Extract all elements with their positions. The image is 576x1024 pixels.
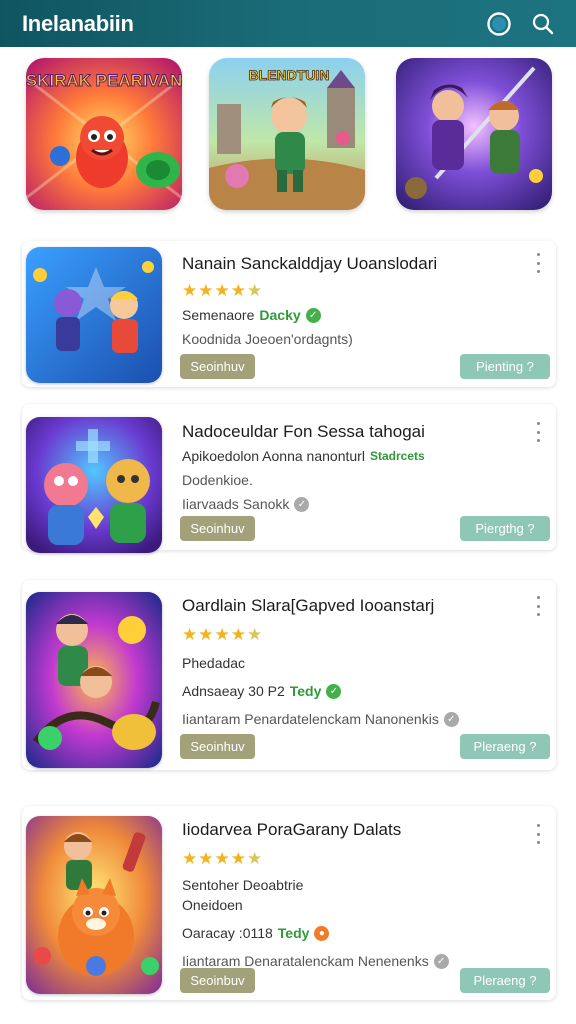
- check-circle-icon: ✓: [443, 711, 459, 727]
- game-list-item[interactable]: Nanain Sanckalddjay Uoanslodari ★ ★ ★ ★ ★ Se…: [22, 241, 556, 387]
- secondary-button[interactable]: Seoinhuv: [180, 354, 255, 379]
- star-icon: ★: [214, 281, 230, 300]
- topbar-actions: [484, 9, 558, 39]
- secondary-button[interactable]: Seoinbuv: [180, 968, 255, 993]
- game-thumbnail[interactable]: [26, 816, 162, 994]
- game-thumbnail[interactable]: [26, 592, 162, 768]
- game-list-item[interactable]: Iiodarvea PoraGarany Dalats ★ ★ ★ ★ ★ Sentoh…: [22, 806, 556, 1000]
- info-line: Iiarvaads Sanokk ✓: [182, 496, 526, 512]
- release-text: Oaracay :0118: [182, 925, 273, 941]
- more-options-icon[interactable]: [532, 253, 544, 273]
- app-title: Inelanabiin: [22, 10, 134, 36]
- rating-stars: ★ ★ ★ ★ ★: [182, 850, 526, 867]
- more-options-icon[interactable]: [532, 596, 544, 616]
- featured-game-3[interactable]: [396, 58, 552, 210]
- star-icon: ★: [198, 625, 214, 644]
- game-title[interactable]: Oardlain Slara[Gapved Iooanstarj: [182, 596, 526, 616]
- developer-name: Apikoedolon Aonna nanonturl: [182, 448, 365, 464]
- game-title[interactable]: Iiodarvea PoraGarany Dalats: [182, 820, 526, 840]
- developer-tag: Dacky: [259, 307, 301, 323]
- star-icon: ★: [182, 625, 198, 644]
- secondary-button[interactable]: Seoinhuv: [180, 516, 255, 541]
- release-text: Adnsaeay 30 P2: [182, 683, 285, 699]
- install-button[interactable]: Piergthg ?: [460, 516, 550, 541]
- game-list-item[interactable]: Nadoceuldar Fon Sessa tahogai Apikoedolo…: [22, 404, 556, 553]
- game-title[interactable]: Nanain Sanckalddjay Uoanslodari: [182, 254, 526, 274]
- star-half-icon: ★: [247, 281, 263, 300]
- install-button[interactable]: Pienting ?: [460, 354, 550, 379]
- check-circle-icon: ✓: [294, 496, 310, 512]
- developer-name: Semenaore: [182, 307, 255, 323]
- star-icon: ★: [230, 849, 246, 868]
- check-circle-icon: ✓: [433, 953, 449, 969]
- featured-game-1[interactable]: SKIRAK PEARIVAN: [26, 58, 182, 210]
- game-thumbnail[interactable]: [26, 417, 162, 553]
- info-line: Iiantaram Penardatelenckam Nanonenkis ✓: [182, 711, 526, 727]
- star-icon: ★: [198, 281, 214, 300]
- star-half-icon: ★: [247, 625, 263, 644]
- info-text: Iiantaram Penardatelenckam Nanonenkis: [182, 711, 439, 727]
- search-icon[interactable]: [528, 9, 558, 39]
- more-options-icon[interactable]: [532, 422, 544, 442]
- developer-line: Semenaore Dacky ✓: [182, 307, 526, 323]
- install-button[interactable]: Pleraeng ?: [460, 968, 550, 993]
- star-icon: ★: [214, 625, 230, 644]
- featured-logo-text: BLENDTUIN: [249, 67, 330, 83]
- game-thumbnail[interactable]: [26, 247, 162, 383]
- star-icon: ★: [182, 849, 198, 868]
- verified-check-icon: ✓: [305, 307, 321, 323]
- top-app-bar: Inelanabiin: [0, 0, 576, 47]
- star-icon: ★: [230, 625, 246, 644]
- rating-stars: ★ ★ ★ ★ ★: [182, 282, 526, 299]
- category-line: Oneidoen: [182, 897, 243, 913]
- secondary-button[interactable]: Seoinhuv: [180, 734, 255, 759]
- more-options-icon[interactable]: [532, 824, 544, 844]
- featured-game-2[interactable]: BLENDTUIN: [209, 58, 365, 210]
- star-icon: ★: [214, 849, 230, 868]
- developer-line: Apikoedolon Aonna nanonturl Stadrcets: [182, 448, 526, 464]
- developer-tag: Stadrcets: [369, 449, 425, 463]
- star-icon: ★: [182, 281, 198, 300]
- info-text: Iiantaram Denaratalenckam Nenenenks: [182, 953, 429, 969]
- verified-check-icon: ✓: [326, 683, 342, 699]
- featured-games-row: SKIRAK PEARIVAN BLENDTUIN: [0, 58, 576, 213]
- star-icon: ★: [198, 849, 214, 868]
- developer-line: Sentoher Deoabtrie: [182, 877, 304, 893]
- category-line: Koodnida Joeoen'ordagnts): [182, 331, 353, 347]
- rating-stars: ★ ★ ★ ★ ★: [182, 626, 526, 643]
- release-tag: Tedy: [289, 683, 322, 699]
- star-half-icon: ★: [247, 849, 263, 868]
- category-line: Dodenkioe.: [182, 472, 253, 488]
- developer-line: Phedadac: [182, 655, 246, 671]
- profile-ring-icon[interactable]: [484, 9, 514, 39]
- game-title[interactable]: Nadoceuldar Fon Sessa tahogai: [182, 422, 526, 442]
- star-icon: ★: [230, 281, 246, 300]
- info-line: Iiantaram Denaratalenckam Nenenenks ✓: [182, 953, 526, 969]
- release-line: Adnsaeay 30 P2 Tedy ✓: [182, 683, 526, 699]
- game-list-item[interactable]: Oardlain Slara[Gapved Iooanstarj ★ ★ ★ ★ ★ P…: [22, 580, 556, 770]
- release-line: Oaracay :0118 Tedy ●: [182, 925, 526, 941]
- info-text: Iiarvaads Sanokk: [182, 496, 290, 512]
- install-button[interactable]: Pleraeng ?: [460, 734, 550, 759]
- release-tag: Tedy: [277, 925, 310, 941]
- fire-badge-icon: ●: [314, 925, 330, 941]
- featured-logo-text: SKIRAK PEARIVAN: [26, 71, 182, 90]
